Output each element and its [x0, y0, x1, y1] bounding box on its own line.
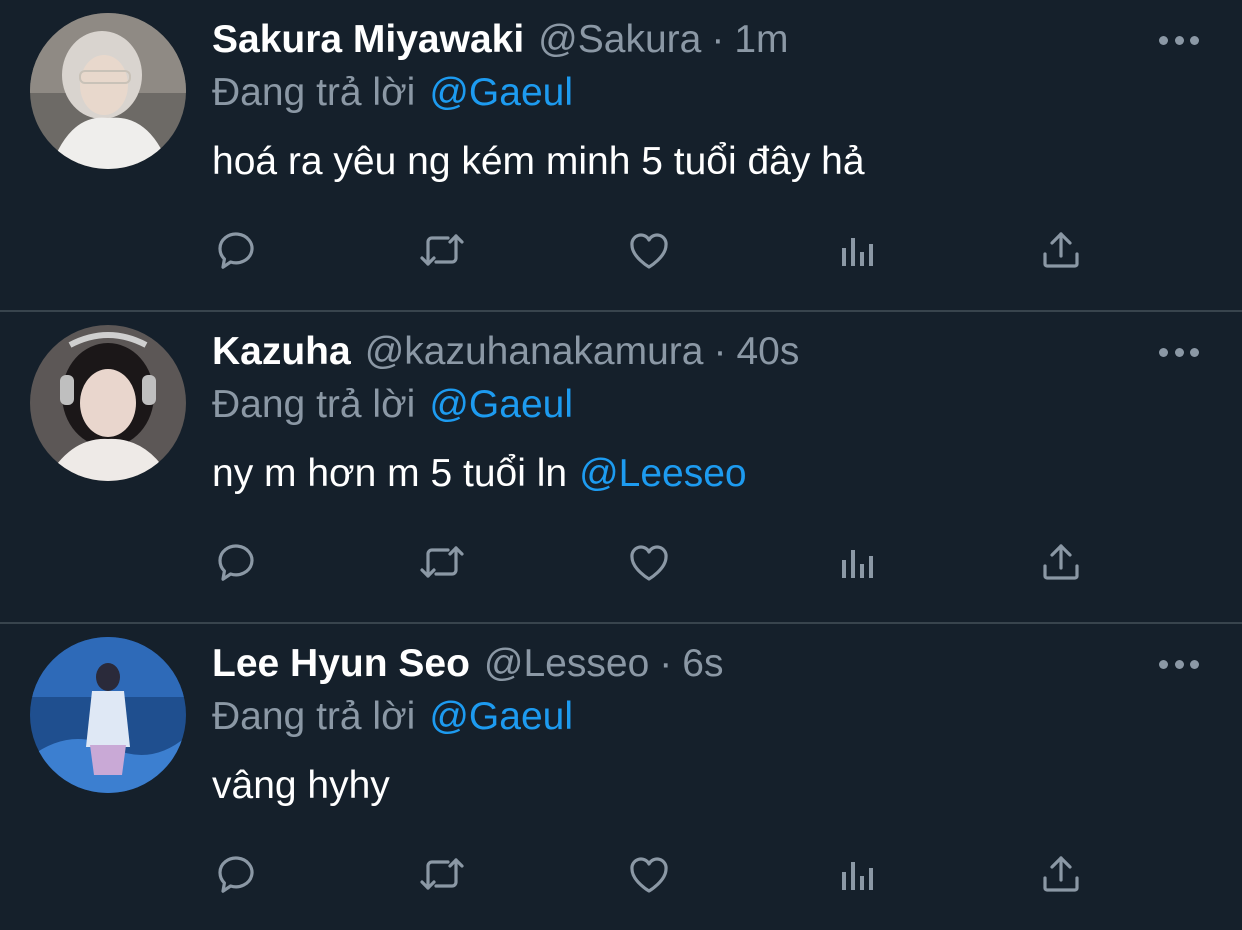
timestamp[interactable]: 6s	[682, 638, 723, 690]
more-icon[interactable]	[1157, 340, 1201, 364]
tweet-body: hoá ra yêu ng kém minh 5 tuổi đây hả	[212, 140, 865, 183]
avatar[interactable]	[30, 13, 186, 169]
separator-dot: ·	[659, 642, 673, 685]
replying-to: Đang trả lời @Gaeul	[212, 379, 573, 431]
user-handle[interactable]: @Sakura	[538, 14, 701, 66]
reply-mention-link[interactable]: @Gaeul	[429, 383, 573, 426]
share-icon[interactable]	[1037, 538, 1085, 586]
tweet-text: vâng hyhy	[212, 759, 402, 813]
user-handle[interactable]: @kazuhanakamura	[365, 326, 704, 378]
avatar[interactable]	[30, 637, 186, 793]
user-handle[interactable]: @Lesseo	[484, 638, 649, 690]
tweet-header: Kazuha @kazuhanakamura · 40s	[212, 326, 799, 378]
replying-to-label: Đang trả lời	[212, 695, 416, 738]
tweet-header: Sakura Miyawaki @Sakura · 1m	[212, 14, 789, 66]
avatar[interactable]	[30, 325, 186, 481]
retweet-icon[interactable]	[418, 226, 466, 274]
views-icon[interactable]	[832, 538, 880, 586]
replying-to-label: Đang trả lời	[212, 383, 416, 426]
separator-dot: ·	[711, 18, 725, 61]
avatar-image	[30, 13, 186, 169]
tweet-text: hoá ra yêu ng kém minh 5 tuổi đây hả	[212, 135, 877, 189]
tweet-body: vâng hyhy	[212, 764, 390, 807]
reply-icon[interactable]	[213, 538, 261, 586]
share-icon[interactable]	[1037, 226, 1085, 274]
tweet[interactable]: Sakura Miyawaki @Sakura · 1m Đang trả lờ…	[0, 0, 1242, 312]
reply-icon[interactable]	[213, 226, 261, 274]
share-icon[interactable]	[1037, 850, 1085, 898]
retweet-icon[interactable]	[418, 850, 466, 898]
timestamp[interactable]: 1m	[734, 14, 788, 66]
replying-to-label: Đang trả lời	[212, 71, 416, 114]
tweet-body: ny m hơn m 5 tuổi ln	[212, 452, 568, 495]
tweet[interactable]: Kazuha @kazuhanakamura · 40s Đang trả lờ…	[0, 312, 1242, 624]
like-icon[interactable]	[625, 538, 673, 586]
tweet-header: Lee Hyun Seo @Lesseo · 6s	[212, 638, 723, 690]
replying-to: Đang trả lời @Gaeul	[212, 691, 573, 743]
like-icon[interactable]	[625, 850, 673, 898]
replying-to: Đang trả lời @Gaeul	[212, 67, 573, 119]
tweet-mention-link[interactable]: @Leeseo	[579, 452, 747, 495]
avatar-image	[30, 637, 186, 793]
avatar-image	[30, 325, 186, 481]
display-name[interactable]: Kazuha	[212, 326, 351, 378]
tweet-feed: Sakura Miyawaki @Sakura · 1m Đang trả lờ…	[0, 0, 1242, 930]
more-icon[interactable]	[1157, 28, 1201, 52]
display-name[interactable]: Lee Hyun Seo	[212, 638, 470, 690]
views-icon[interactable]	[832, 226, 880, 274]
separator-dot: ·	[713, 330, 727, 373]
tweet[interactable]: Lee Hyun Seo @Lesseo · 6s Đang trả lời @G…	[0, 624, 1242, 930]
reply-mention-link[interactable]: @Gaeul	[429, 71, 573, 114]
like-icon[interactable]	[625, 226, 673, 274]
reply-icon[interactable]	[213, 850, 261, 898]
more-icon[interactable]	[1157, 652, 1201, 676]
tweet-text: ny m hơn m 5 tuổi ln @Leeseo	[212, 447, 747, 501]
display-name[interactable]: Sakura Miyawaki	[212, 14, 524, 66]
retweet-icon[interactable]	[418, 538, 466, 586]
views-icon[interactable]	[832, 850, 880, 898]
reply-mention-link[interactable]: @Gaeul	[429, 695, 573, 738]
timestamp[interactable]: 40s	[736, 326, 799, 378]
